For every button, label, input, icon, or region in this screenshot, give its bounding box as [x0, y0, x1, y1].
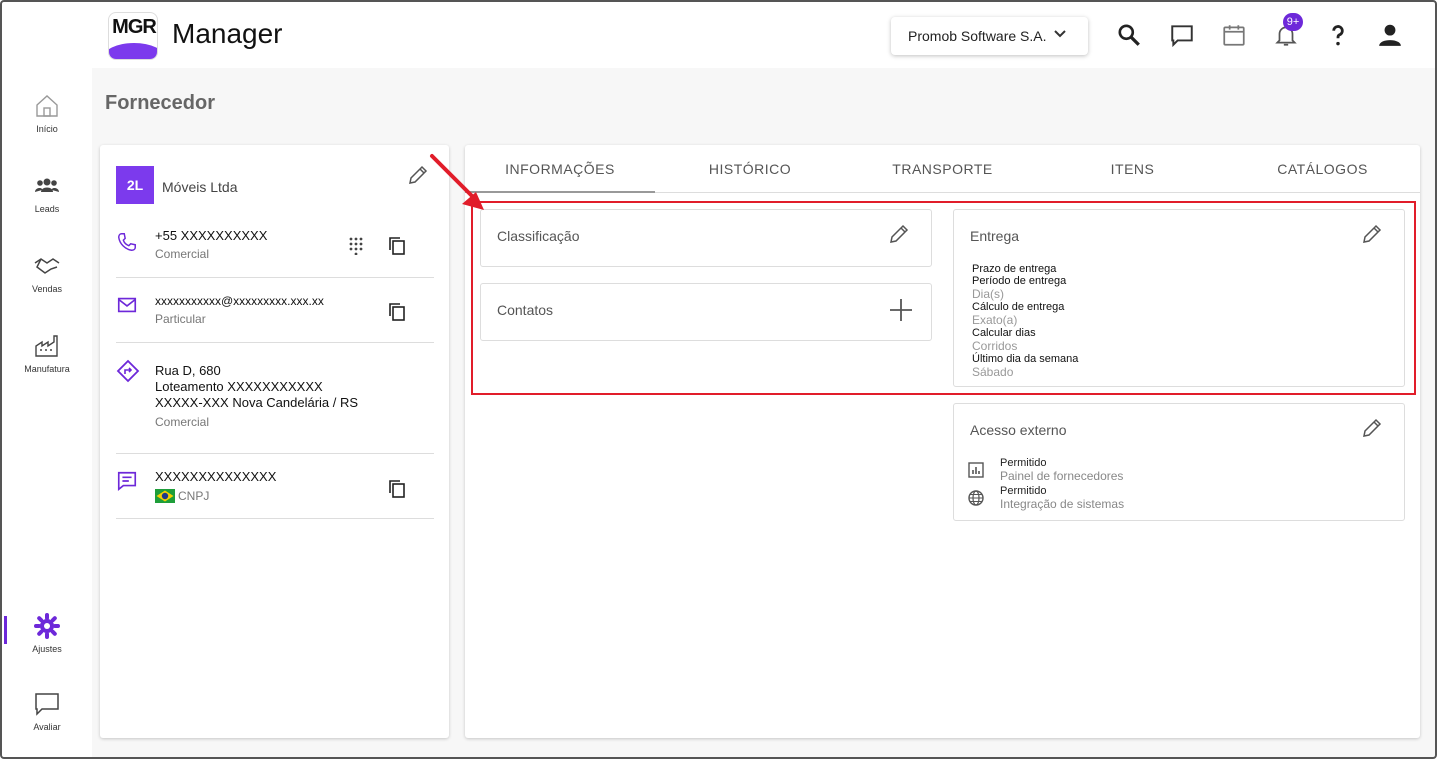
tab-itens[interactable]: ITENS	[1040, 145, 1225, 193]
access-value: Painel de fornecedores	[1000, 469, 1124, 483]
globe-icon	[968, 490, 984, 506]
field-label: Cálculo de entrega	[972, 301, 1065, 313]
home-icon	[36, 95, 58, 117]
mail-icon	[117, 297, 137, 313]
app-window: MGR Manager Promob Software S.A. 9+ Iníc…	[2, 2, 1435, 757]
search-icon[interactable]	[1116, 22, 1142, 48]
contatos-title: Contatos	[497, 302, 554, 318]
pencil-icon[interactable]	[1360, 416, 1384, 440]
user-icon[interactable]	[1377, 22, 1403, 48]
handshake-icon	[34, 258, 60, 274]
acesso-externo-section: Acesso externo Permitido Painel de forne…	[953, 403, 1405, 521]
notification-badge: 9+	[1283, 13, 1303, 31]
classificacao-section: Classificação	[480, 209, 932, 267]
app-title: Manager	[172, 18, 283, 49]
sidebar-item-inicio[interactable]: Início	[2, 92, 92, 134]
app-logo[interactable]: MGR	[108, 12, 158, 60]
sidebar-label: Vendas	[31, 284, 63, 294]
sidebar-item-avaliar[interactable]: Avaliar	[2, 690, 92, 732]
chart-icon	[968, 462, 984, 478]
gear-icon	[34, 613, 60, 639]
pencil-icon[interactable]	[406, 163, 430, 187]
entrega-section: Entrega Prazo de entrega Período de entr…	[953, 209, 1405, 387]
document-type: CNPJ	[178, 489, 210, 503]
address-type: Comercial	[155, 415, 210, 429]
document-row: XXXXXXXXXXXXXX CNPJ	[116, 454, 434, 519]
access-label: Permitido	[1000, 457, 1047, 469]
field-label: Período de entrega	[972, 275, 1067, 287]
phone-icon	[118, 233, 136, 251]
sidebar-item-ajustes[interactable]: Ajustes	[2, 612, 92, 654]
email-type: Particular	[155, 312, 206, 326]
document-number: XXXXXXXXXXXXXX	[155, 469, 277, 484]
field-label: Último dia da semana	[972, 353, 1079, 365]
phone-number: +55 XXXXXXXXXX	[155, 228, 268, 243]
sidebar-label: Ajustes	[32, 644, 62, 654]
copy-icon[interactable]	[388, 302, 406, 322]
sidebar-item-vendas[interactable]: Vendas	[2, 252, 92, 294]
sidebar-item-leads[interactable]: Leads	[2, 172, 92, 214]
sidebar-label: Início	[36, 124, 58, 134]
pencil-icon[interactable]	[1360, 222, 1384, 246]
entrega-title: Entrega	[970, 228, 1020, 244]
tab-transporte[interactable]: TRANSPORTE	[845, 145, 1040, 193]
message-icon[interactable]	[1169, 22, 1195, 48]
document-type-wrap: CNPJ	[155, 489, 209, 503]
company-select-label: Promob Software S.A.	[908, 28, 1047, 44]
sidebar: Início Leads Vendas Manufatura Ajustes A…	[2, 68, 92, 757]
classificacao-title: Classificação	[497, 228, 580, 244]
field-value: Sábado	[972, 365, 1014, 379]
address-line1: Rua D, 680	[155, 363, 221, 378]
company-select[interactable]: Promob Software S.A.	[891, 17, 1088, 55]
email-address: xxxxxxxxxxx@xxxxxxxxx.xxx.xx	[155, 294, 324, 308]
supplier-name: Móveis Ltda	[162, 179, 238, 195]
chat-bubble-icon	[35, 693, 59, 716]
address-city: Nova Candelária / RS	[232, 395, 359, 410]
factory-icon	[35, 335, 58, 357]
avatar: 2L	[116, 166, 154, 204]
chevron-down-icon	[1054, 30, 1066, 38]
access-value: Integração de sistemas	[1000, 497, 1125, 511]
acesso-title: Acesso externo	[970, 422, 1067, 438]
field-value: Dia(s)	[972, 287, 1004, 301]
copy-icon[interactable]	[388, 479, 406, 499]
tab-bar: INFORMAÇÕES HISTÓRICO TRANSPORTE ITENS C…	[465, 145, 1420, 193]
logo-wave	[109, 43, 157, 59]
calendar-icon[interactable]	[1221, 22, 1247, 48]
sidebar-label: Avaliar	[33, 722, 61, 732]
sidebar-item-manufatura[interactable]: Manufatura	[2, 332, 92, 374]
plus-icon[interactable]	[888, 297, 914, 323]
field-label: Calcular dias	[972, 327, 1036, 339]
page-title: Fornecedor	[105, 92, 216, 114]
email-row: xxxxxxxxxxx@xxxxxxxxx.xxx.xx Particular	[116, 278, 434, 343]
tab-catalogos[interactable]: CATÁLOGOS	[1225, 145, 1420, 193]
copy-icon[interactable]	[388, 236, 406, 256]
sidebar-label: Manufatura	[24, 364, 70, 374]
tab-historico[interactable]: HISTÓRICO	[655, 145, 845, 193]
address-row: Rua D, 680 Loteamento XXXXXXXXXXX XXXXX-…	[116, 343, 434, 454]
document-icon	[117, 471, 137, 491]
field-value: Exato(a)	[972, 313, 1018, 327]
dialpad-icon[interactable]	[348, 237, 364, 255]
pencil-icon[interactable]	[887, 222, 911, 246]
help-icon[interactable]	[1325, 22, 1351, 48]
address-line2: Loteamento XXXXXXXXXXX	[155, 379, 323, 394]
supplier-card: 2L Móveis Ltda +55 XXXXXXXXXX Comercial …	[100, 145, 449, 738]
details-card: INFORMAÇÕES HISTÓRICO TRANSPORTE ITENS C…	[465, 145, 1420, 738]
phone-type: Comercial	[155, 247, 210, 261]
top-header: MGR Manager Promob Software S.A. 9+	[2, 2, 1435, 68]
phone-row: +55 XXXXXXXXXX Comercial	[116, 223, 434, 278]
field-value: Corridos	[972, 339, 1018, 353]
people-icon	[35, 178, 59, 192]
address-zip: XXXXX-XXX	[155, 395, 229, 410]
logo-text: MGR	[112, 16, 157, 38]
directions-icon	[116, 359, 140, 383]
sidebar-label: Leads	[34, 204, 60, 214]
access-label: Permitido	[1000, 485, 1047, 497]
contatos-section: Contatos	[480, 283, 932, 341]
address-line3: XXXXX-XXX Nova Candelária / RS	[155, 395, 358, 411]
brazil-flag-icon	[155, 489, 175, 503]
tab-informacoes[interactable]: INFORMAÇÕES	[465, 145, 655, 193]
field-label: Prazo de entrega	[972, 263, 1057, 275]
